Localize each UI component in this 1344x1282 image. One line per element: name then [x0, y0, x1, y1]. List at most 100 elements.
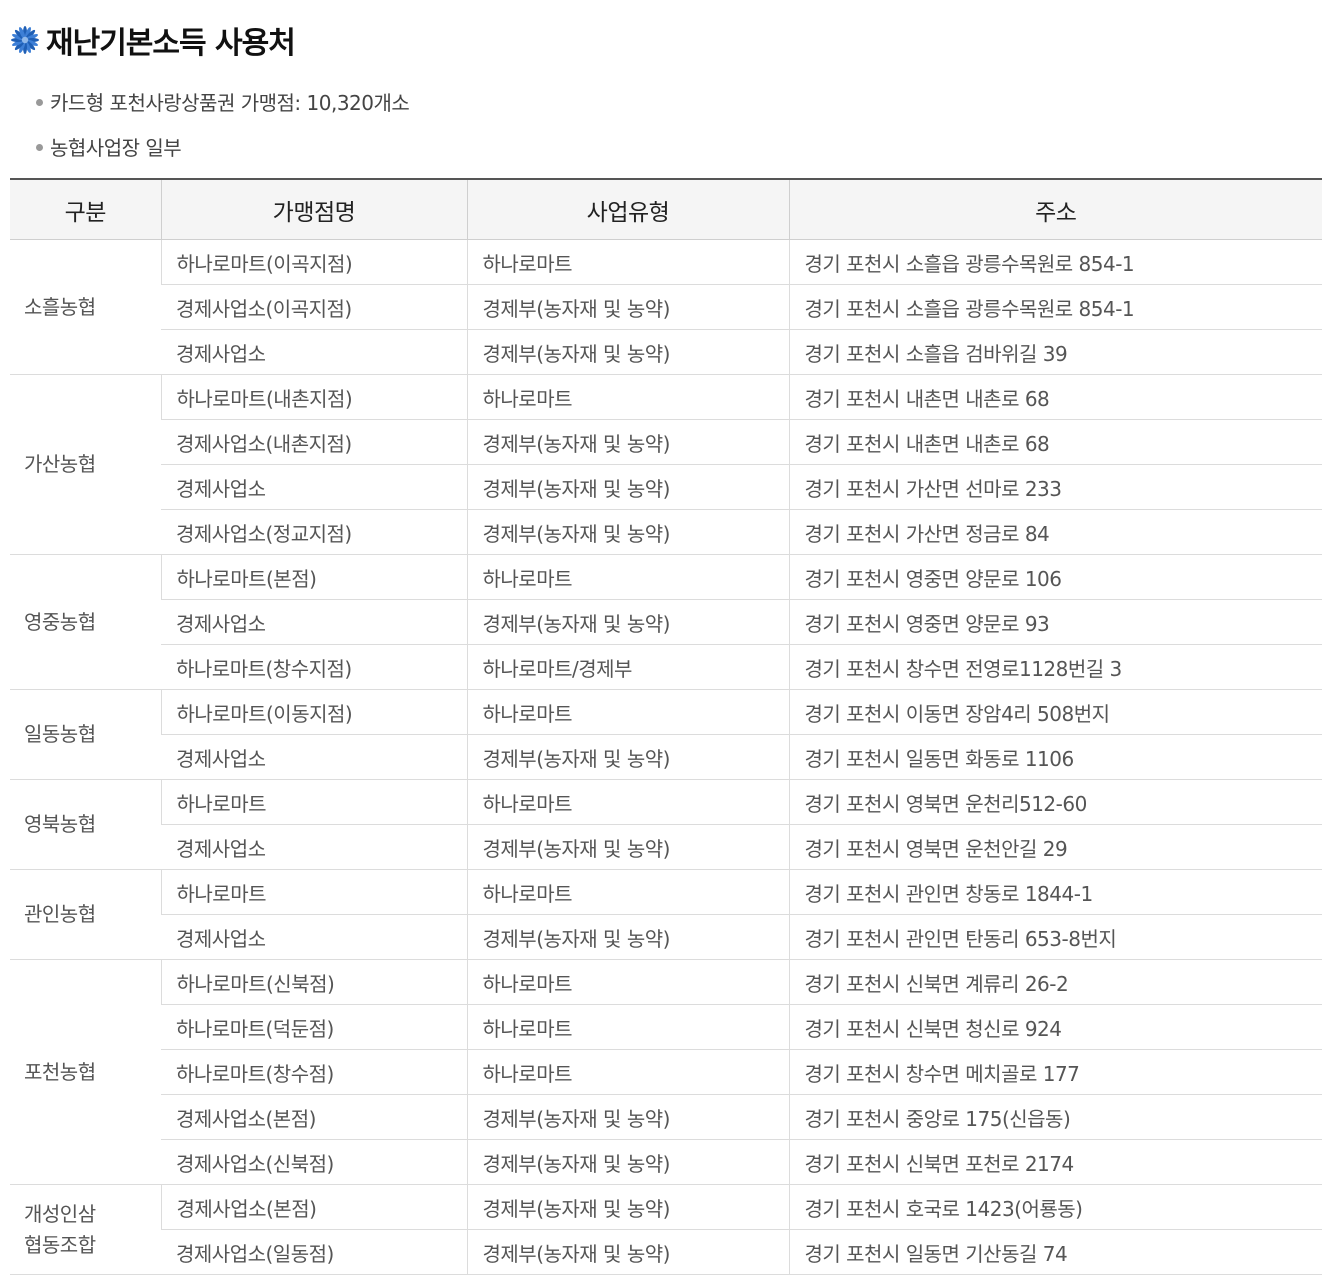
store-name-cell: 경제사업소(정교지점)	[161, 509, 467, 555]
address-cell: 경기 포천시 신북면 계류리 26-2	[788, 959, 1322, 1005]
store-name-cell: 경제사업소	[161, 824, 467, 870]
business-type-cell: 경제부(농자재 및 농약)	[466, 1139, 789, 1185]
bullet-dot-icon	[36, 99, 43, 106]
table-header-row: 구분 가맹점명 사업유형 주소	[10, 178, 1322, 240]
header-category: 구분	[10, 178, 161, 240]
business-type-cell: 경제부(농자재 및 농약)	[466, 329, 789, 375]
table-row: 영중농협 하나로마트(본점) 하나로마트 경기 포천시 영중면 양문로 106	[10, 554, 1322, 690]
category-cell: 소흘농협	[10, 239, 161, 375]
store-name-cell: 하나로마트(이곡지점)	[160, 239, 467, 285]
category-cell: 가산농협	[10, 374, 161, 555]
business-type-cell: 경제부(농자재 및 농약)	[466, 599, 789, 645]
table-row: 가산농협 하나로마트(내촌지점) 하나로마트 경기 포천시 내촌면 내촌로 68	[10, 374, 1322, 555]
info-item-voucher: 카드형 포천사랑상품권 가맹점: 10,320개소	[36, 85, 410, 130]
business-type-cell: 경제부(농자재 및 농약)	[466, 509, 789, 555]
store-name-cell: 하나로마트	[160, 869, 467, 915]
table-row: 포천농협 하나로마트(신북점) 하나로마트 경기 포천시 신북면 계류리 26-2	[10, 959, 1322, 1185]
business-type-cell: 경제부(농자재 및 농약)	[466, 734, 789, 780]
address-cell: 경기 포천시 내촌면 내촌로 68	[788, 419, 1322, 465]
page-heading: 재난기본소득 사용처	[10, 20, 296, 61]
table-row: 소흘농협 하나로마트(이곡지점) 하나로마트 경기 포천시 소흘읍 광릉수목원로 85…	[10, 239, 1322, 375]
business-type-cell: 하나로마트/경제부	[466, 644, 789, 690]
category-cell: 영북농협	[10, 779, 161, 870]
table-row: 하나로마트(창수점) 하나로마트 경기 포천시 창수면 메치골로 177	[10, 1049, 1322, 1095]
category-cell: 일동농협	[10, 689, 161, 780]
address-cell: 경기 포천시 일동면 기산동길 74	[788, 1229, 1322, 1275]
address-cell: 경기 포천시 영중면 양문로 93	[788, 599, 1322, 645]
address-cell: 경기 포천시 일동면 화동로 1106	[788, 734, 1322, 780]
category-cell: 포천농협	[10, 959, 161, 1185]
store-name-cell: 경제사업소(신북점)	[161, 1139, 467, 1185]
store-name-cell: 경제사업소(본점)	[160, 1184, 467, 1230]
store-name-cell: 하나로마트(신북점)	[160, 959, 467, 1005]
table-body: 소흘농협 하나로마트(이곡지점) 하나로마트 경기 포천시 소흘읍 광릉수목원로 85…	[10, 239, 1322, 1275]
address-cell: 경기 포천시 신북면 포천로 2174	[788, 1139, 1322, 1185]
table-row: 관인농협 하나로마트 하나로마트 경기 포천시 관인면 창동로 1844-1	[10, 869, 1322, 960]
category-cell: 개성인삼 협동조합	[10, 1184, 161, 1275]
table-row: 경제사업소(정교지점) 경제부(농자재 및 농약) 경기 포천시 가산면 정금로 8…	[10, 509, 1322, 555]
address-cell: 경기 포천시 호국로 1423(어룡동)	[788, 1184, 1322, 1230]
store-name-cell: 경제사업소(일동점)	[161, 1229, 467, 1275]
business-type-cell: 하나로마트	[466, 869, 789, 915]
address-cell: 경기 포천시 관인면 탄동리 653-8번지	[788, 914, 1322, 960]
business-type-cell: 경제부(농자재 및 농약)	[466, 1094, 789, 1140]
table-row: 영북농협 하나로마트 하나로마트 경기 포천시 영북면 운천리512-60	[10, 779, 1322, 870]
store-name-cell: 하나로마트(창수지점)	[161, 644, 467, 690]
store-name-cell: 하나로마트(본점)	[160, 554, 467, 600]
table-row: 경제사업소(신북점) 경제부(농자재 및 농약) 경기 포천시 신북면 포천로 21…	[10, 1139, 1322, 1185]
address-cell: 경기 포천시 중앙로 175(신읍동)	[788, 1094, 1322, 1140]
business-type-cell: 경제부(농자재 및 농약)	[466, 1229, 789, 1275]
business-type-cell: 하나로마트	[466, 374, 789, 420]
business-type-cell: 경제부(농자재 및 농약)	[466, 419, 789, 465]
business-type-cell: 하나로마트	[466, 959, 789, 1005]
table-row: 경제사업소 경제부(농자재 및 농약) 경기 포천시 관인면 탄동리 653-8번지	[10, 914, 1322, 960]
address-cell: 경기 포천시 가산면 정금로 84	[788, 509, 1322, 555]
business-type-cell: 경제부(농자재 및 농약)	[466, 914, 789, 960]
header-business-type: 사업유형	[466, 178, 789, 240]
address-cell: 경기 포천시 영북면 운천안길 29	[788, 824, 1322, 870]
business-type-cell: 경제부(농자재 및 농약)	[466, 1184, 789, 1230]
table-row: 경제사업소(일동점) 경제부(농자재 및 농약) 경기 포천시 일동면 기산동길 7…	[10, 1229, 1322, 1275]
address-cell: 경기 포천시 소흘읍 검바위길 39	[788, 329, 1322, 375]
store-name-cell: 하나로마트(덕둔점)	[161, 1004, 467, 1050]
table-row: 경제사업소(내촌지점) 경제부(농자재 및 농약) 경기 포천시 내촌면 내촌로 6…	[10, 419, 1322, 465]
store-name-cell: 경제사업소	[161, 464, 467, 510]
category-cell: 영중농협	[10, 554, 161, 690]
table-row: 경제사업소 경제부(농자재 및 농약) 경기 포천시 가산면 선마로 233	[10, 464, 1322, 510]
store-table: 구분 가맹점명 사업유형 주소 소흘농협 하나로마트(이곡지점) 하나로마트 경기 포…	[10, 178, 1322, 1275]
table-row: 경제사업소(본점) 경제부(농자재 및 농약) 경기 포천시 중앙로 175(신읍동…	[10, 1094, 1322, 1140]
address-cell: 경기 포천시 관인면 창동로 1844-1	[788, 869, 1322, 915]
store-name-cell: 경제사업소(이곡지점)	[161, 284, 467, 330]
address-cell: 경기 포천시 소흘읍 광릉수목원로 854-1	[788, 239, 1322, 285]
bullet-dot-icon	[36, 144, 43, 151]
business-type-cell: 하나로마트	[466, 1004, 789, 1050]
business-type-cell: 경제부(농자재 및 농약)	[466, 824, 789, 870]
business-type-cell: 하나로마트	[466, 779, 789, 825]
store-name-cell: 경제사업소(내촌지점)	[161, 419, 467, 465]
table-row: 일동농협 하나로마트(이동지점) 하나로마트 경기 포천시 이동면 장암4리 508번…	[10, 689, 1322, 780]
table-row: 경제사업소(이곡지점) 경제부(농자재 및 농약) 경기 포천시 소흘읍 광릉수목원…	[10, 284, 1322, 330]
address-cell: 경기 포천시 내촌면 내촌로 68	[788, 374, 1322, 420]
store-name-cell: 하나로마트(내촌지점)	[160, 374, 467, 420]
header-address: 주소	[788, 178, 1322, 240]
address-cell: 경기 포천시 영중면 양문로 106	[788, 554, 1322, 600]
business-type-cell: 하나로마트	[466, 554, 789, 600]
info-item-nh: 농협사업장 일부	[36, 130, 409, 175]
category-cell: 관인농협	[10, 869, 161, 960]
store-name-cell: 경제사업소	[161, 599, 467, 645]
table-row: 경제사업소 경제부(농자재 및 농약) 경기 포천시 일동면 화동로 1106	[10, 734, 1322, 780]
store-name-cell: 경제사업소(본점)	[161, 1094, 467, 1140]
business-type-cell: 하나로마트	[466, 239, 789, 285]
store-name-cell: 하나로마트	[160, 779, 467, 825]
header-store-name: 가맹점명	[160, 178, 467, 240]
business-type-cell: 경제부(농자재 및 농약)	[466, 464, 789, 510]
store-name-cell: 경제사업소	[161, 914, 467, 960]
address-cell: 경기 포천시 창수면 전영로1128번길 3	[788, 644, 1322, 690]
info-list: 카드형 포천사랑상품권 가맹점: 10,320개소 농협사업장 일부	[36, 85, 410, 175]
table-row: 경제사업소 경제부(농자재 및 농약) 경기 포천시 영중면 양문로 93	[10, 599, 1322, 645]
address-cell: 경기 포천시 영북면 운천리512-60	[788, 779, 1322, 825]
page-title: 재난기본소득 사용처	[46, 26, 296, 61]
table-row: 경제사업소 경제부(농자재 및 농약) 경기 포천시 영북면 운천안길 29	[10, 824, 1322, 870]
store-name-cell: 하나로마트(창수점)	[161, 1049, 467, 1095]
table-row: 개성인삼 협동조합 경제사업소(본점) 경제부(농자재 및 농약) 경기 포천시 호국로…	[10, 1184, 1322, 1275]
